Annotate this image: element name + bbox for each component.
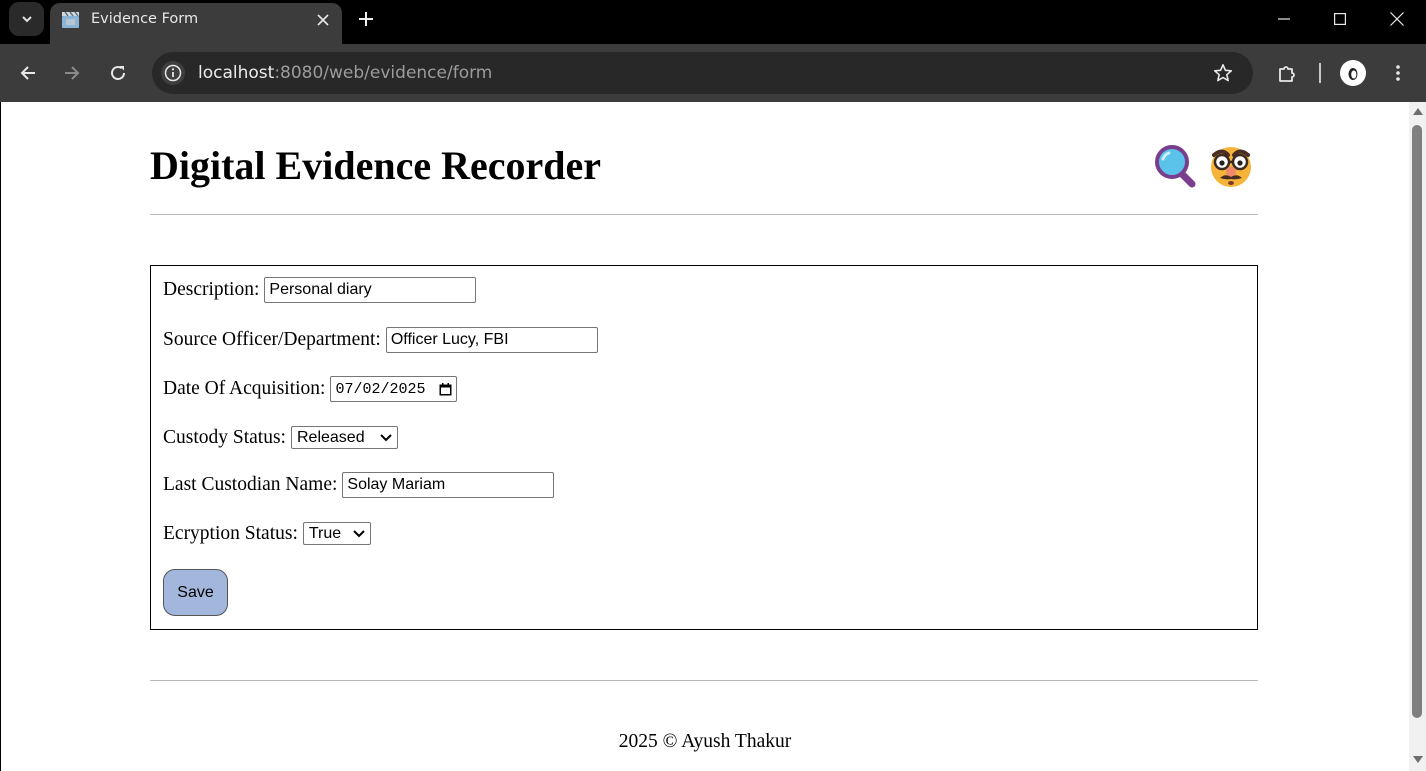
chevron-down-icon — [353, 529, 365, 537]
custodian-row: Last Custodian Name: Solay Mariam — [163, 472, 555, 498]
date-value: 07/02/2025 — [335, 380, 426, 398]
tab-title: Evidence Form — [91, 11, 199, 27]
reload-icon — [111, 66, 125, 80]
custody-selected: Released — [296, 428, 365, 446]
save-button[interactable]: Save — [163, 569, 228, 616]
page-viewport: Digital Evidence Recorder Description: P… — [1, 102, 1409, 771]
forward-button[interactable] — [56, 57, 88, 89]
encryption-select[interactable]: True — [302, 522, 371, 545]
info-icon — [164, 64, 182, 82]
date-input[interactable]: 07/02/2025 — [330, 376, 458, 402]
date-label: Date Of Acquisition: — [163, 378, 326, 399]
profile-avatar-icon — [1348, 68, 1358, 80]
chevron-down-icon — [21, 16, 32, 23]
toolbar-separator — [1319, 63, 1321, 83]
maximize-icon — [1334, 13, 1346, 25]
minimize-button[interactable] — [1269, 6, 1299, 32]
header-divider — [150, 214, 1258, 215]
custody-select[interactable]: Released — [290, 426, 398, 449]
description-input[interactable]: Personal diary — [264, 277, 477, 303]
url-host: localhost — [198, 63, 275, 83]
scroll-up-arrow-icon[interactable] — [1413, 108, 1423, 115]
close-icon — [317, 14, 329, 26]
more-vertical-icon — [1396, 65, 1400, 81]
description-row: Description: Personal diary — [163, 277, 477, 303]
url-path: :8080/web/evidence/form — [274, 63, 493, 83]
header-icons — [1154, 144, 1254, 188]
calendar-icon[interactable] — [439, 382, 452, 396]
source-input[interactable]: Officer Lucy, FBI — [385, 327, 598, 353]
evidence-form: Description: Personal diary Source Offic… — [150, 265, 1258, 630]
arrow-right-icon — [65, 66, 80, 80]
custodian-input[interactable]: Solay Mariam — [342, 472, 555, 498]
source-label: Source Officer/Department: — [163, 329, 381, 350]
date-row: Date Of Acquisition: 07/02/2025 — [163, 376, 458, 402]
encryption-row: Ecryption Status: True — [163, 522, 371, 545]
custodian-label: Last Custodian Name: — [163, 474, 338, 495]
page-title: Digital Evidence Recorder — [150, 143, 601, 188]
new-tab-button[interactable] — [354, 7, 378, 31]
encryption-label: Ecryption Status: — [163, 522, 298, 544]
tab-search-button[interactable] — [9, 2, 44, 36]
window-close-button[interactable] — [1382, 6, 1412, 32]
footer-copyright: 2025 © Ayush Thakur — [618, 731, 792, 752]
scroll-down-arrow-icon[interactable] — [1413, 756, 1423, 763]
url-text: localhost:8080/web/evidence/form — [198, 63, 492, 83]
site-info-button[interactable] — [161, 61, 185, 85]
plus-icon — [359, 12, 373, 26]
reload-button[interactable] — [102, 57, 134, 89]
close-icon — [1390, 12, 1404, 26]
minimize-icon — [1278, 18, 1290, 20]
back-button[interactable] — [12, 57, 44, 89]
profile-avatar-button[interactable] — [1340, 60, 1366, 86]
custody-label: Custody Status: — [163, 426, 286, 448]
browser-toolbar: localhost:8080/web/evidence/form — [0, 44, 1426, 102]
arrow-left-icon — [20, 66, 35, 80]
clapperboard-favicon-icon — [62, 11, 79, 28]
browser-tab-bar: Evidence Form — [0, 0, 1426, 44]
puzzle-icon — [1279, 66, 1295, 82]
disguise-face-icon — [1211, 147, 1251, 187]
page-scrollbar[interactable] — [1409, 102, 1426, 771]
scroll-thumb[interactable] — [1412, 125, 1422, 718]
description-label: Description: — [163, 279, 260, 300]
bookmark-button[interactable] — [1211, 61, 1235, 85]
source-row: Source Officer/Department: Officer Lucy,… — [163, 327, 598, 353]
browser-menu-button[interactable] — [1382, 57, 1414, 89]
extensions-button[interactable] — [1271, 57, 1303, 89]
star-icon — [1213, 64, 1233, 82]
encryption-selected: True — [308, 524, 342, 542]
custody-row: Custody Status: Released — [163, 426, 398, 449]
browser-tab-active[interactable]: Evidence Form — [50, 3, 342, 44]
address-bar[interactable]: localhost:8080/web/evidence/form — [152, 52, 1253, 94]
magnifying-glass-icon — [1155, 145, 1196, 188]
tab-close-button[interactable] — [313, 10, 333, 30]
chevron-down-icon — [380, 433, 392, 441]
maximize-button[interactable] — [1325, 6, 1355, 32]
footer-divider — [150, 680, 1258, 681]
